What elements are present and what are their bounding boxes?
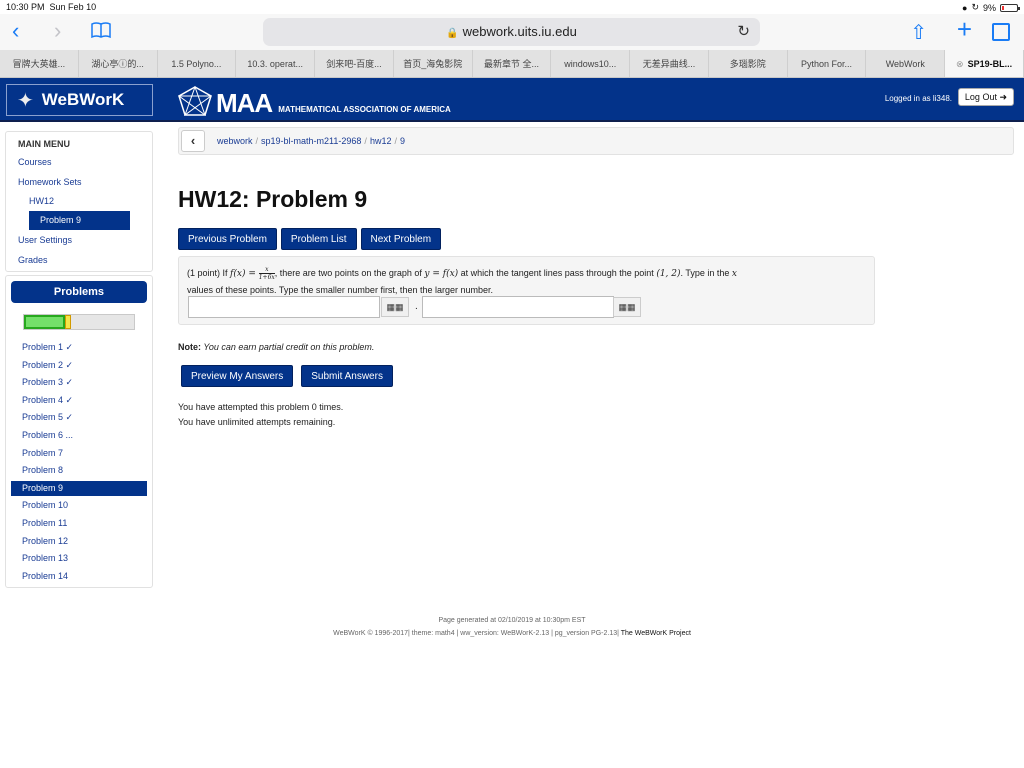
answer-input-2[interactable] bbox=[422, 296, 614, 318]
bookmarks-icon[interactable] bbox=[91, 22, 111, 38]
wifi-icon: ● bbox=[962, 2, 968, 13]
progress-bar-marker bbox=[65, 315, 71, 329]
problem-link[interactable]: Problem 7 bbox=[22, 448, 63, 458]
tab-strip: 冒牌大英雄... 湖心亭ⓘ的... 1.5 Polyno... 10.3. opera… bbox=[0, 50, 1024, 78]
lock-icon: 🔒 bbox=[446, 28, 459, 39]
menu-grades-link[interactable]: Grades bbox=[18, 255, 48, 265]
submit-buttons: Preview My Answers Submit Answers bbox=[181, 365, 393, 387]
previous-problem-button[interactable]: Previous Problem bbox=[178, 228, 277, 250]
browser-tab[interactable]: 1.5 Polyno... bbox=[158, 50, 237, 77]
math-editor-icon-2[interactable]: ▦▦ bbox=[613, 297, 641, 317]
status-indicators: ● ↻ 9% bbox=[962, 2, 1020, 13]
menu-hw12-link[interactable]: HW12 bbox=[29, 196, 54, 206]
breadcrumb-separator: / bbox=[394, 136, 397, 146]
problem-link[interactable]: Problem 6 ... bbox=[22, 430, 73, 440]
webwork-star-icon: ✦ bbox=[17, 89, 34, 112]
browser-tab[interactable]: 冒牌大英雄... bbox=[0, 50, 79, 77]
breadcrumb-item[interactable]: 9 bbox=[400, 136, 405, 146]
problem-box: (1 point) If f(x) = x 1+6x, there are two… bbox=[178, 256, 875, 325]
next-problem-button[interactable]: Next Problem bbox=[360, 228, 442, 250]
problem-link[interactable]: Problem 4 ✓ bbox=[22, 395, 73, 406]
browser-tab[interactable]: 多瑙影院 bbox=[709, 50, 788, 77]
breadcrumb-item[interactable]: hw12 bbox=[370, 136, 392, 146]
browser-tab[interactable]: 湖心亭ⓘ的... bbox=[79, 50, 158, 77]
browser-tab[interactable]: 无差异曲线... bbox=[630, 50, 709, 77]
browser-tab[interactable]: WebWork bbox=[866, 50, 946, 77]
menu-user-settings-link[interactable]: User Settings bbox=[18, 235, 72, 245]
browser-tab[interactable]: 剑来吧-百度... bbox=[315, 50, 394, 77]
breadcrumb-back-button[interactable]: ‹ bbox=[181, 130, 205, 152]
problem-link[interactable]: Problem 5 ✓ bbox=[22, 412, 73, 423]
breadcrumb-separator: / bbox=[255, 136, 259, 146]
problems-header: Problems bbox=[11, 281, 147, 303]
logged-in-text: Logged in as li348. bbox=[884, 94, 952, 103]
breadcrumb-item[interactable]: webwork bbox=[217, 136, 253, 146]
answer-separator: . bbox=[415, 301, 418, 312]
browser-tab[interactable]: 最新章节 全... bbox=[473, 50, 552, 77]
battery-icon bbox=[1000, 3, 1020, 12]
attempts-info: You have attempted this problem 0 times.… bbox=[178, 402, 344, 427]
problem-link[interactable]: Problem 3 ✓ bbox=[22, 377, 73, 388]
problem-statement: (1 point) If f(x) = x 1+6x, there are two… bbox=[187, 266, 737, 295]
problem-nav-buttons: Previous Problem Problem List Next Probl… bbox=[178, 228, 442, 250]
problem-link[interactable]: Problem 12 bbox=[22, 536, 68, 546]
back-chevron-icon[interactable]: ‹ bbox=[12, 18, 19, 44]
math-editor-icon-1[interactable]: ▦▦ bbox=[381, 297, 409, 317]
menu-courses-link[interactable]: Courses bbox=[18, 157, 52, 167]
footer-generated: Page generated at 02/10/2019 at 10:30pm … bbox=[438, 617, 586, 624]
menu-problem9-link[interactable]: Problem 9 bbox=[29, 211, 130, 230]
problem-link[interactable]: Problem 2 ✓ bbox=[22, 360, 73, 371]
url-text: webwork.uits.iu.edu bbox=[462, 24, 577, 39]
problem-link[interactable]: Problem 10 bbox=[22, 500, 68, 510]
status-bar: 10:30 PM Sun Feb 10 ● ↻ 9% bbox=[0, 0, 1024, 14]
breadcrumb-item[interactable]: sp19-bl-math-m211-2968 bbox=[261, 136, 361, 146]
breadcrumb-trail: webwork / sp19-bl-math-m211-2968/hw12/9 bbox=[217, 136, 405, 146]
partial-credit-note: Note: You can earn partial credit on thi… bbox=[178, 342, 375, 352]
new-tab-plus-icon[interactable]: + bbox=[957, 14, 972, 45]
close-tab-icon[interactable]: ⊗ bbox=[956, 59, 964, 69]
main-menu-title: MAIN MENU bbox=[18, 139, 70, 149]
forward-chevron-icon[interactable]: › bbox=[54, 18, 61, 44]
share-icon[interactable]: ⇧ bbox=[910, 20, 927, 45]
battery-percent: 9% bbox=[982, 2, 996, 13]
browser-toolbar: ‹ › 🔒 webwork.uits.iu.edu ↻ ⇧ + bbox=[0, 14, 1024, 50]
fraction: x 1+6x bbox=[258, 266, 275, 282]
maa-logo[interactable]: MAA MATHEMATICAL ASSOCIATION OF AMERICA bbox=[178, 86, 451, 116]
webwork-header: ✦ WeBWorK MAA MATHEMATICAL ASSOCIATION O… bbox=[0, 78, 1024, 122]
preview-answers-button[interactable]: Preview My Answers bbox=[181, 365, 294, 387]
browser-tab[interactable]: 10.3. operat... bbox=[236, 50, 316, 77]
problem-link[interactable]: Problem 1 ✓ bbox=[22, 342, 73, 353]
page-footer: Page generated at 02/10/2019 at 10:30pm … bbox=[0, 614, 1024, 640]
problems-panel: Problems Problem 1 ✓ Problem 2 ✓ Problem 3… bbox=[5, 275, 153, 588]
webwork-project-link[interactable]: The WeBWorK Project bbox=[621, 630, 691, 637]
breadcrumb-separator: / bbox=[364, 136, 367, 146]
progress-bar-fill bbox=[24, 315, 65, 329]
problem-link[interactable]: Problem 11 bbox=[22, 518, 67, 528]
problem-link-active[interactable]: Problem 9 bbox=[11, 480, 147, 496]
problem-list-button[interactable]: Problem List bbox=[280, 228, 357, 250]
maa-emblem-icon bbox=[178, 86, 212, 116]
reload-icon[interactable]: ↻ bbox=[737, 18, 750, 46]
progress-bar bbox=[23, 314, 135, 330]
problem-link[interactable]: Problem 13 bbox=[22, 553, 68, 563]
browser-tab[interactable]: 首页_海兔影院 bbox=[394, 50, 473, 77]
footer-version: WeBWorK © 1996-2017| theme: math4 | ww_v… bbox=[333, 630, 691, 637]
webwork-logo[interactable]: ✦ WeBWorK bbox=[6, 84, 153, 116]
address-bar[interactable]: 🔒 webwork.uits.iu.edu ↻ bbox=[263, 18, 760, 46]
menu-homework-sets-link[interactable]: Homework Sets bbox=[18, 177, 82, 187]
breadcrumb: ‹ webwork / sp19-bl-math-m211-2968/hw12/9 bbox=[178, 127, 1014, 155]
logout-button[interactable]: Log Out ➜ bbox=[957, 88, 1014, 106]
main-menu: MAIN MENU Courses Homework Sets HW12 Pro… bbox=[5, 131, 153, 272]
browser-tab[interactable]: Python For... bbox=[788, 50, 867, 77]
answer-input-1[interactable] bbox=[188, 296, 380, 318]
page-title: HW12: Problem 9 bbox=[178, 186, 368, 212]
browser-tab-active[interactable]: ⊗ SP19-BL... bbox=[945, 50, 1024, 77]
orientation-lock-icon: ↻ bbox=[971, 2, 979, 12]
browser-tab[interactable]: windows10... bbox=[551, 50, 631, 77]
submit-answers-button[interactable]: Submit Answers bbox=[301, 365, 393, 387]
problem-link[interactable]: Problem 8 bbox=[22, 465, 63, 475]
problem-link[interactable]: Problem 14 bbox=[22, 571, 68, 581]
status-time: 10:30 PM Sun Feb 10 bbox=[6, 2, 97, 12]
tabs-overview-icon[interactable] bbox=[992, 23, 1010, 41]
